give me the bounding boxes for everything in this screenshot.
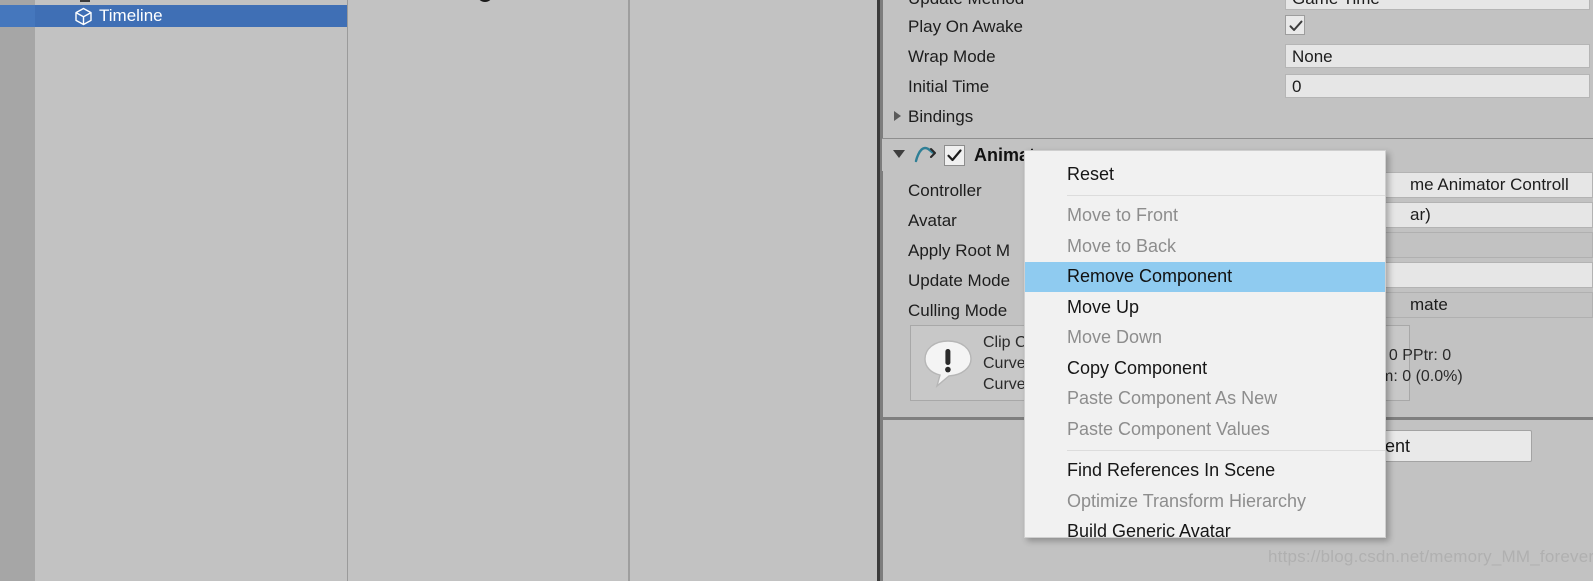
row-label: Play On Awake <box>908 17 1023 36</box>
menu-item-move-to-front[interactable]: Move to Front <box>1025 201 1385 232</box>
field-value: ar) <box>1410 205 1431 224</box>
animator-enabled-checkbox[interactable] <box>944 145 965 166</box>
row-label: Apply Root M <box>908 241 1011 260</box>
menu-item-build-generic-avatar[interactable]: Build Generic Avatar <box>1025 517 1385 548</box>
row-label: Bindings <box>908 107 974 126</box>
field-value: None <box>1292 47 1333 66</box>
menu-item-reset[interactable]: Reset <box>1025 159 1385 190</box>
scene-panel-divider[interactable] <box>628 0 630 581</box>
scene-panel-toolbar-partial <box>349 0 630 2</box>
inspector-row-initial-time[interactable]: Initial Time 0 <box>880 72 1593 102</box>
row-label: Avatar <box>908 211 957 230</box>
menu-item-remove-component[interactable]: Remove Component <box>1025 261 1385 292</box>
animator-stats-line-1: : 0 PPtr: 0 <box>1380 347 1452 364</box>
row-label: Update Method <box>908 0 1024 10</box>
row-label: Initial Time <box>908 77 990 96</box>
project-panel <box>631 0 880 581</box>
record-dot-icon[interactable] <box>477 0 493 2</box>
inspector-row-bindings[interactable]: Bindings <box>880 102 1593 132</box>
inspector-row-wrap-mode[interactable]: Wrap Mode None <box>880 42 1593 72</box>
unity-editor-window: Timeline Update Method Game Time Play On… <box>0 0 1593 581</box>
component-context-menu[interactable]: Reset Move to Front Move to Back Remove … <box>1024 150 1386 541</box>
menu-top-padding <box>1025 151 1385 159</box>
sidebar-item-timeline[interactable]: Timeline <box>0 5 348 27</box>
watermark-text: https://blog.csdn.net/memory_MM_forever <box>1268 547 1593 566</box>
play-on-awake-checkbox[interactable] <box>1285 15 1305 35</box>
check-icon <box>1289 20 1303 31</box>
scene-panel <box>349 0 630 581</box>
animator-stats-line-2: m: 0 (0.0%) <box>1380 368 1463 385</box>
chevron-right-icon[interactable] <box>894 111 901 121</box>
menu-item-optimize-transform-hierarchy[interactable]: Optimize Transform Hierarchy <box>1025 486 1385 517</box>
row-label: Culling Mode <box>908 301 1008 320</box>
field-value: 0 <box>1292 77 1302 96</box>
row-label: Wrap Mode <box>908 47 996 66</box>
cube-gameobject-icon <box>74 7 93 26</box>
menu-item-paste-component-values[interactable]: Paste Component Values <box>1025 414 1385 445</box>
field-value: mate <box>1410 295 1448 314</box>
inspector-row-play-on-awake[interactable]: Play On Awake <box>880 12 1593 42</box>
field-value: Game Time <box>1292 0 1380 10</box>
hierarchy-panel: Timeline <box>0 0 348 581</box>
hierarchy-selection-gutter <box>0 5 35 27</box>
check-icon <box>947 149 962 162</box>
menu-separator <box>1067 449 1385 451</box>
menu-item-find-references-in-scene[interactable]: Find References In Scene <box>1025 456 1385 487</box>
hierarchy-panel-edge <box>347 0 348 581</box>
wrap-mode-dropdown[interactable]: None <box>1285 44 1590 68</box>
sidebar-item-label: Timeline <box>99 6 163 25</box>
add-component-button[interactable]: nent <box>1372 430 1532 462</box>
row-label: Controller <box>908 181 982 200</box>
update-method-dropdown[interactable]: Game Time <box>1285 0 1590 10</box>
chevron-down-icon[interactable] <box>893 150 905 158</box>
initial-time-field[interactable]: 0 <box>1285 74 1590 98</box>
menu-item-move-up[interactable]: Move Up <box>1025 292 1385 323</box>
menu-item-move-to-back[interactable]: Move to Back <box>1025 231 1385 262</box>
hierarchy-gutter <box>0 0 35 581</box>
info-bubble-icon <box>921 336 975 390</box>
field-value: me Animator Controll <box>1410 175 1569 194</box>
menu-item-move-down[interactable]: Move Down <box>1025 323 1385 354</box>
menu-item-copy-component[interactable]: Copy Component <box>1025 353 1385 384</box>
row-label: Update Mode <box>908 271 1011 290</box>
menu-item-paste-component-as-new[interactable]: Paste Component As New <box>1025 384 1385 415</box>
menu-separator <box>1067 194 1385 196</box>
animator-icon <box>914 145 936 165</box>
